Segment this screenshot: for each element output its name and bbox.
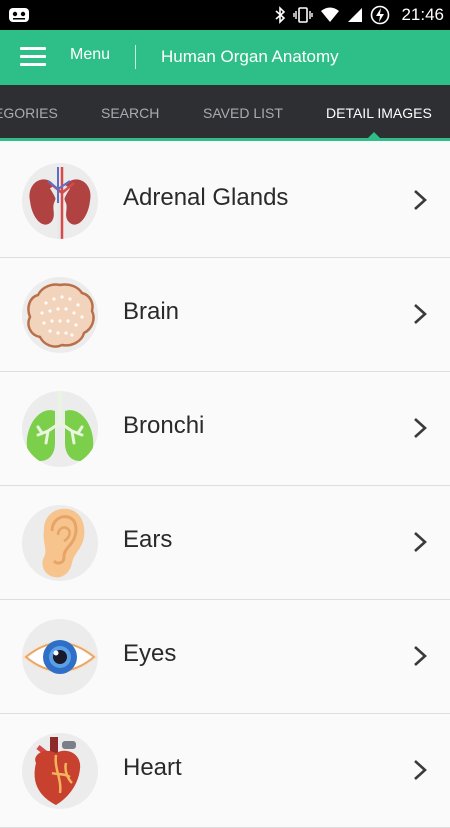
tab-categories[interactable]: EGORIES bbox=[0, 85, 58, 141]
bluetooth-icon bbox=[275, 6, 286, 24]
list-item[interactable]: Adrenal Glands bbox=[0, 144, 450, 258]
eye-icon bbox=[22, 619, 98, 695]
chevron-right-icon bbox=[414, 418, 427, 438]
organ-name: Eyes bbox=[123, 640, 177, 667]
list-item[interactable]: Bronchi bbox=[0, 372, 450, 486]
app-bar-divider bbox=[135, 45, 136, 69]
organ-list: Adrenal Glands Brain Bronchi Ears Eyes H… bbox=[0, 144, 450, 828]
chevron-right-icon bbox=[414, 532, 427, 552]
status-time: 21:46 bbox=[401, 5, 444, 24]
brain-icon bbox=[22, 277, 98, 353]
app-bar: Menu Human Organ Anatomy bbox=[0, 30, 450, 85]
hamburger-menu-icon[interactable] bbox=[20, 46, 46, 68]
wifi-icon bbox=[321, 7, 340, 22]
list-item[interactable]: Eyes bbox=[0, 600, 450, 714]
chevron-right-icon bbox=[414, 190, 427, 210]
tab-saved-list[interactable]: SAVED LIST bbox=[203, 85, 283, 141]
chevron-right-icon bbox=[414, 760, 427, 780]
lungs-icon bbox=[22, 391, 98, 467]
status-bar: 21:46 bbox=[0, 0, 450, 30]
heart-icon bbox=[22, 733, 98, 809]
organ-name: Brain bbox=[123, 298, 180, 325]
app-title: Human Organ Anatomy bbox=[161, 47, 339, 66]
organ-name: Ears bbox=[123, 526, 173, 553]
notification-icon bbox=[9, 8, 29, 22]
ear-icon bbox=[22, 505, 98, 581]
chevron-right-icon bbox=[414, 304, 427, 324]
organ-name: Bronchi bbox=[123, 412, 205, 439]
signal-icon bbox=[348, 8, 363, 22]
menu-button[interactable]: Menu bbox=[70, 46, 110, 64]
organ-name: Heart bbox=[123, 754, 182, 781]
list-item[interactable]: Ears bbox=[0, 486, 450, 600]
kidney-icon bbox=[22, 163, 98, 239]
vibrate-icon bbox=[293, 7, 314, 23]
tab-bar: EGORIES SEARCH SAVED LIST DETAIL IMAGES bbox=[0, 85, 450, 141]
battery-charging-icon bbox=[371, 5, 390, 25]
list-item[interactable]: Brain bbox=[0, 258, 450, 372]
organ-name: Adrenal Glands bbox=[123, 184, 289, 211]
tab-underline bbox=[0, 138, 450, 141]
chevron-right-icon bbox=[414, 646, 427, 666]
list-item[interactable]: Heart bbox=[0, 714, 450, 828]
tab-search[interactable]: SEARCH bbox=[101, 85, 159, 141]
